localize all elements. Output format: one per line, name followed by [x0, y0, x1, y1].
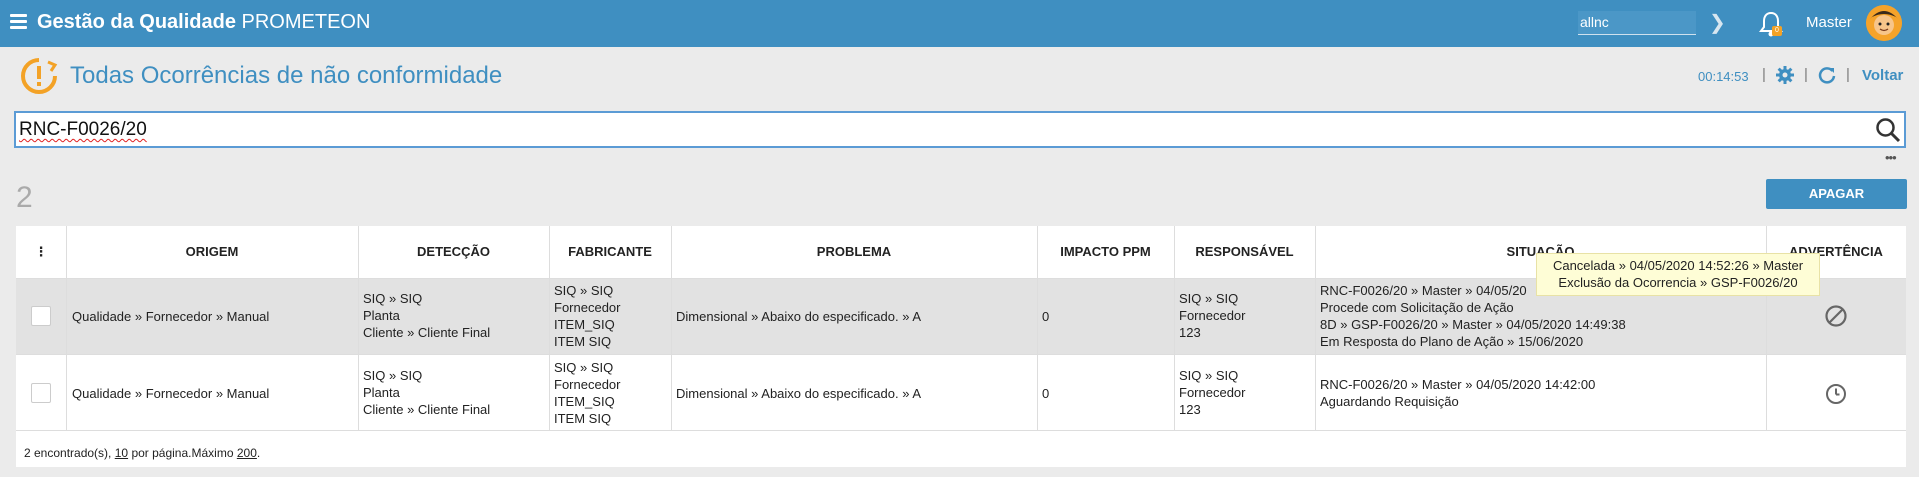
per-page-link[interactable]: 10	[115, 446, 128, 460]
cell-line: Procede com Solicitação de Ação	[1320, 300, 1514, 315]
cell-deteccao: SIQ » SIQ Planta Cliente » Cliente Final	[363, 290, 490, 341]
divider: |	[1804, 66, 1808, 83]
pagination-info: 2 encontrado(s), 10 por página.Máximo 20…	[24, 446, 260, 460]
delete-button[interactable]: APAGAR	[1766, 179, 1907, 209]
cell-line: SIQ » SIQ	[363, 291, 423, 306]
result-count: 2	[16, 181, 33, 214]
cell-line: ITEM_SIQ	[554, 317, 615, 332]
cell-line: Fornecedor	[554, 377, 621, 392]
app-title-bold: Gestão da Qualidade	[37, 11, 236, 33]
top-search-input[interactable]: allnc	[1578, 11, 1696, 35]
chevron-right-icon[interactable]: ❯	[1709, 10, 1726, 35]
tooltip-line: Exclusão da Ocorrencia » GSP-F0026/20	[1558, 275, 1798, 290]
session-timer: 00:14:53	[1698, 69, 1749, 84]
cell-origem: Qualidade » Fornecedor » Manual	[72, 386, 270, 401]
cell-line: Aguardando Requisição	[1320, 394, 1459, 409]
column-header-origem[interactable]: ORIGEM	[66, 226, 358, 278]
menu-icon[interactable]	[10, 14, 27, 30]
search-icon[interactable]	[1875, 117, 1901, 143]
top-bar: Gestão da Qualidade PROMETEON allnc ❯ 0 …	[0, 0, 1919, 47]
column-header-impacto[interactable]: IMPACTO PPM	[1037, 226, 1174, 278]
cell-line: SIQ » SIQ	[554, 283, 614, 298]
cell-line: Planta	[363, 385, 400, 400]
cell-line: 123	[1179, 402, 1201, 417]
tooltip-line: Cancelada » 04/05/2020 14:52:26 » Master	[1552, 258, 1804, 273]
cell-line: 123	[1179, 325, 1201, 340]
cell-line: SIQ » SIQ	[1179, 368, 1239, 383]
cell-line: ITEM_SIQ	[554, 394, 615, 409]
gear-icon[interactable]	[1775, 65, 1795, 85]
warning-clock-icon	[21, 58, 58, 94]
per-page-label: por página.Máximo	[131, 446, 234, 460]
cell-problema: Dimensional » Abaixo do especificado. » …	[676, 386, 921, 401]
footer-end: .	[256, 446, 261, 460]
max-link[interactable]: 200	[237, 446, 257, 460]
divider: |	[1762, 66, 1766, 83]
row-checkbox[interactable]	[31, 306, 51, 326]
cell-fabricante: SIQ » SIQ Fornecedor ITEM_SIQ ITEM SIQ	[554, 359, 620, 427]
notification-badge: 0	[1772, 26, 1782, 36]
search-input-value: RNC-F0026/20	[19, 119, 147, 140]
row-checkbox[interactable]	[31, 383, 51, 403]
cancel-icon[interactable]	[1824, 304, 1848, 328]
cell-line: Fornecedor	[1179, 385, 1246, 400]
cell-line: Cliente » Cliente Final	[363, 325, 491, 340]
cell-problema: Dimensional » Abaixo do especificado. » …	[676, 309, 921, 324]
app-title: Gestão da Qualidade PROMETEON	[37, 11, 370, 34]
cell-situacao: RNC-F0026/20 » Master » 04/05/2020 14:42…	[1320, 376, 1595, 410]
cell-line: Planta	[363, 308, 400, 323]
cell-deteccao: SIQ » SIQ Planta Cliente » Cliente Final	[363, 367, 490, 418]
cell-line: SIQ » SIQ	[363, 368, 423, 383]
cell-origem: Qualidade » Fornecedor » Manual	[72, 309, 270, 324]
cell-line: Fornecedor	[1179, 308, 1246, 323]
found-count: 2 encontrado(s),	[24, 446, 112, 460]
cell-line: Em Resposta do Plano de Ação » 15/06/202…	[1320, 334, 1584, 349]
cell-impacto: 0	[1042, 309, 1050, 324]
cell-line: SIQ » SIQ	[554, 360, 614, 375]
more-options-icon[interactable]: •••	[1885, 150, 1897, 165]
cell-line: ITEM SIQ	[554, 334, 612, 349]
cell-line: Fornecedor	[554, 300, 621, 315]
back-link[interactable]: Voltar	[1862, 67, 1903, 84]
cell-responsavel: SIQ » SIQ Fornecedor 123	[1179, 367, 1245, 418]
column-header-problema[interactable]: PROBLEMA	[671, 226, 1037, 278]
cell-responsavel: SIQ » SIQ Fornecedor 123	[1179, 290, 1245, 341]
table-row[interactable]	[16, 354, 1906, 431]
status-tooltip: Cancelada » 04/05/2020 14:52:26 » Master…	[1536, 253, 1820, 296]
search-input[interactable]: RNC-F0026/20	[14, 111, 1906, 148]
page-title: Todas Ocorrências de não conformidade	[70, 62, 503, 89]
column-header-fabricante[interactable]: FABRICANTE	[549, 226, 671, 278]
cell-line: 8D » GSP-F0026/20 » Master » 04/05/2020 …	[1320, 317, 1626, 332]
clock-icon[interactable]	[1825, 383, 1847, 405]
cell-line: RNC-F0026/20 » Master » 04/05/2020 14:42…	[1320, 377, 1596, 392]
column-header-responsavel[interactable]: RESPONSÁVEL	[1174, 226, 1315, 278]
cell-line: ITEM SIQ	[554, 411, 612, 426]
column-header-deteccao[interactable]: DETECÇÃO	[358, 226, 549, 278]
divider: |	[1846, 66, 1850, 83]
avatar[interactable]	[1866, 5, 1902, 41]
column-menu-icon[interactable]: ⋮	[16, 226, 66, 278]
user-name[interactable]: Master	[1806, 14, 1852, 31]
cell-line: SIQ » SIQ	[1179, 291, 1239, 306]
refresh-icon[interactable]	[1817, 65, 1837, 85]
app-title-company: PROMETEON	[241, 11, 371, 33]
cell-fabricante: SIQ » SIQ Fornecedor ITEM_SIQ ITEM SIQ	[554, 282, 620, 350]
cell-impacto: 0	[1042, 386, 1050, 401]
cell-line: Cliente » Cliente Final	[363, 402, 491, 417]
